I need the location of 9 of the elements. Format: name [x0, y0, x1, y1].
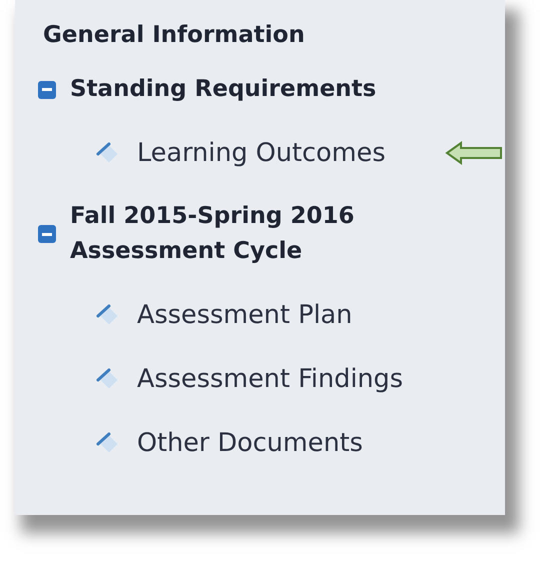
- section-heading: General Information: [42, 21, 306, 50]
- tree-item-link[interactable]: Assessment Findings: [137, 364, 404, 394]
- tree-item-link[interactable]: Learning Outcomes: [137, 138, 386, 168]
- collapse-toggle[interactable]: [38, 225, 56, 243]
- tree-item-link[interactable]: Assessment Plan: [137, 300, 352, 330]
- collapse-toggle[interactable]: [38, 80, 56, 98]
- group-title: Standing Requirements: [70, 75, 378, 104]
- tree-item-link[interactable]: Other Documents: [137, 428, 363, 458]
- group-title: Fall 2015-Spring 2016 Assessment Cycle: [70, 202, 356, 266]
